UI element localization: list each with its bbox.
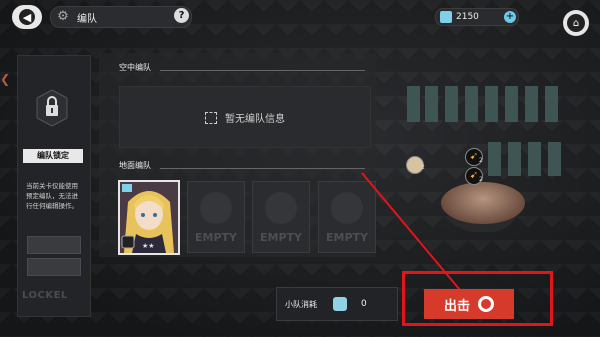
squad-cost-bar: 小队消耗 0 (276, 287, 398, 321)
highlight-box (402, 271, 553, 326)
squad-cost-label: 小队消耗 (285, 299, 317, 309)
cost-resource-icon (333, 297, 347, 311)
squad-cost-value: 0 (361, 299, 367, 309)
